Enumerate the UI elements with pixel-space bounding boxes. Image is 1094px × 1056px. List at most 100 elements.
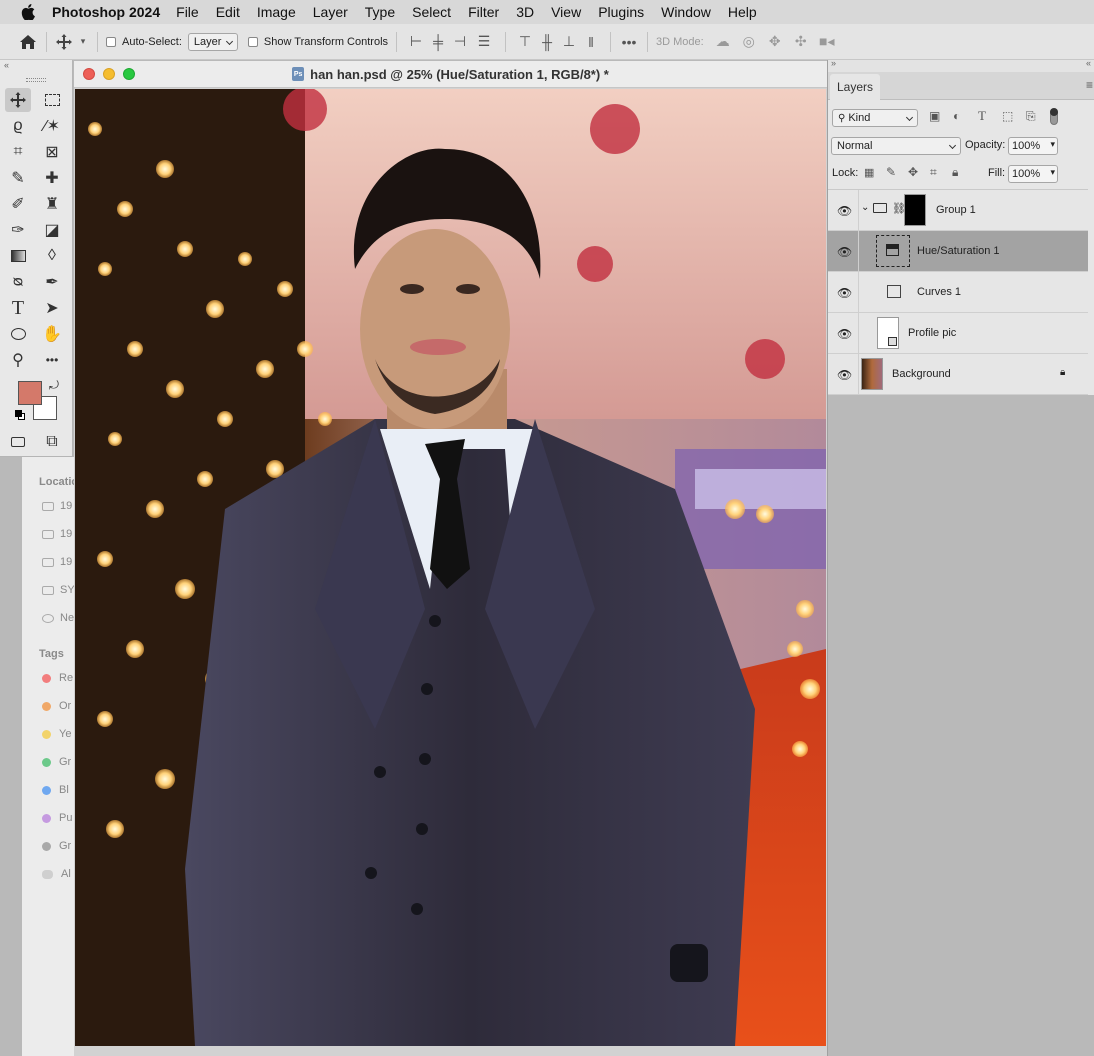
- menu-file[interactable]: File: [176, 4, 199, 20]
- visibility-eye-icon[interactable]: 👁︎: [837, 327, 852, 341]
- menu-edit[interactable]: Edit: [216, 4, 240, 20]
- layer-row-profile-pic[interactable]: 👁︎ Profile pic: [828, 313, 1088, 354]
- menu-help[interactable]: Help: [728, 4, 757, 20]
- brush-tool[interactable]: ✐: [5, 192, 31, 216]
- filter-type-icon[interactable]: T: [978, 108, 986, 124]
- filter-pixel-icon[interactable]: ▣: [929, 109, 940, 123]
- path-selection-tool[interactable]: ➤: [39, 296, 65, 320]
- align-bottom-icon[interactable]: ⊥: [558, 33, 580, 50]
- default-colors-icon[interactable]: [15, 410, 25, 420]
- crop-tool[interactable]: ⌗: [5, 140, 31, 164]
- location-item[interactable]: 19: [42, 556, 72, 568]
- tag-item[interactable]: Re: [42, 672, 73, 684]
- menu-3d[interactable]: 3D: [516, 4, 534, 20]
- preset-dropdown-icon[interactable]: ▾: [77, 36, 89, 47]
- group-expand-chevron-icon[interactable]: ⌄: [861, 202, 869, 213]
- tag-item[interactable]: Gr: [42, 756, 71, 768]
- lasso-tool[interactable]: ϱ: [5, 114, 31, 138]
- menu-view[interactable]: View: [551, 4, 581, 20]
- type-tool[interactable]: T: [5, 296, 31, 320]
- visibility-eye-icon[interactable]: 👁︎: [837, 245, 852, 259]
- pen-tool[interactable]: ✒: [39, 270, 65, 294]
- filter-adjustment-icon[interactable]: ◐: [953, 109, 960, 123]
- 3d-pan-icon[interactable]: ✥: [762, 33, 788, 50]
- distribute-vertical-icon[interactable]: ‖: [580, 34, 602, 50]
- menu-plugins[interactable]: Plugins: [598, 4, 644, 20]
- document-title-bar[interactable]: Ps han han.psd @ 25% (Hue/Saturation 1, R…: [74, 61, 827, 88]
- location-item[interactable]: SY: [42, 584, 75, 596]
- tag-item[interactable]: Or: [42, 700, 71, 712]
- lock-position-icon[interactable]: ✥: [908, 165, 918, 179]
- collapse-toolbar-icon[interactable]: «: [4, 60, 9, 70]
- 3d-camera-icon[interactable]: ■◂: [814, 33, 840, 50]
- tag-item[interactable]: Al: [42, 868, 71, 880]
- document-canvas[interactable]: [75, 89, 826, 1046]
- tag-item[interactable]: Pu: [42, 812, 72, 824]
- location-item[interactable]: 19: [42, 528, 72, 540]
- layer-row-background[interactable]: 👁︎ Background 🔒︎: [828, 354, 1088, 395]
- swap-colors-icon[interactable]: ⤾: [49, 378, 59, 393]
- visibility-eye-icon[interactable]: 👁︎: [837, 204, 852, 218]
- align-left-icon[interactable]: ⊢: [405, 33, 427, 50]
- menu-type[interactable]: Type: [365, 4, 395, 20]
- app-name-menu[interactable]: Photoshop 2024: [52, 4, 160, 20]
- panel-dock-header[interactable]: » «: [828, 58, 1094, 72]
- panel-menu-icon[interactable]: ≡: [1086, 78, 1093, 92]
- opacity-dropdown-icon[interactable]: ▾: [1050, 139, 1055, 150]
- menu-filter[interactable]: Filter: [468, 4, 499, 20]
- home-icon[interactable]: [18, 34, 38, 50]
- align-horizontal-center-icon[interactable]: ╪: [427, 34, 449, 50]
- opacity-field[interactable]: 100% ▾: [1008, 137, 1058, 155]
- lock-transparent-icon[interactable]: ▦: [864, 166, 874, 179]
- move-tool[interactable]: [5, 88, 31, 112]
- menu-layer[interactable]: Layer: [313, 4, 348, 20]
- group-mask-thumbnail[interactable]: [904, 194, 926, 226]
- frame-tool[interactable]: ⊠: [39, 140, 65, 164]
- visibility-eye-icon[interactable]: 👁︎: [837, 368, 852, 382]
- blur-tool[interactable]: ◊: [39, 244, 65, 268]
- location-item[interactable]: Ne: [42, 612, 74, 624]
- tab-layers[interactable]: Layers: [830, 74, 880, 100]
- visibility-eye-icon[interactable]: 👁︎: [837, 286, 852, 300]
- auto-select-checkbox[interactable]: [106, 36, 116, 47]
- collapse-panel-right-icon[interactable]: «: [1086, 58, 1091, 68]
- eraser-tool[interactable]: ◪: [39, 218, 65, 242]
- align-right-icon[interactable]: ⊣: [449, 33, 471, 50]
- layer-filter-dropdown[interactable]: ⚲ Kind: [832, 109, 918, 127]
- location-item[interactable]: 19: [42, 500, 72, 512]
- fill-field[interactable]: 100% ▾: [1008, 165, 1058, 183]
- menu-image[interactable]: Image: [257, 4, 296, 20]
- tag-item[interactable]: Gr: [42, 840, 71, 852]
- menu-window[interactable]: Window: [661, 4, 711, 20]
- apple-icon[interactable]: [18, 2, 38, 22]
- blend-mode-dropdown[interactable]: Normal: [831, 137, 961, 155]
- filter-smart-object-icon[interactable]: ⎘: [1026, 109, 1036, 124]
- more-tools-icon[interactable]: •••: [39, 348, 65, 372]
- distribute-horizontal-icon[interactable]: ☰: [471, 33, 497, 50]
- healing-brush-tool[interactable]: ✚: [39, 166, 65, 190]
- lock-artboard-icon[interactable]: ⌗: [930, 165, 937, 180]
- align-vertical-center-icon[interactable]: ╫: [536, 34, 558, 50]
- collapse-panel-left-icon[interactable]: »: [831, 58, 836, 68]
- history-brush-tool[interactable]: ✑: [5, 218, 31, 242]
- tag-item[interactable]: Bl: [42, 784, 69, 796]
- eyedropper-tool[interactable]: ✎: [5, 166, 31, 190]
- filter-shape-icon[interactable]: ⬚: [1002, 109, 1013, 123]
- gradient-tool[interactable]: [5, 244, 31, 268]
- layer-row-curves-1[interactable]: 👁︎ Curves 1: [828, 272, 1088, 313]
- toolbar-grip[interactable]: [26, 78, 46, 82]
- layer-row-hue-saturation-1[interactable]: 👁︎ Hue/Saturation 1: [828, 231, 1088, 272]
- magic-wand-tool[interactable]: ⁄✶: [39, 114, 65, 138]
- rectangular-marquee-tool[interactable]: [39, 88, 65, 112]
- clone-stamp-tool[interactable]: ♜: [39, 192, 65, 216]
- zoom-tool[interactable]: ⚲: [5, 348, 31, 372]
- auto-select-dropdown[interactable]: Layer: [187, 32, 238, 51]
- more-options-icon[interactable]: •••: [619, 34, 639, 50]
- menu-select[interactable]: Select: [412, 4, 451, 20]
- 3d-orbit-icon[interactable]: ☁: [710, 33, 736, 50]
- tag-item[interactable]: Ye: [42, 728, 71, 740]
- move-tool-preset-icon[interactable]: [55, 33, 73, 50]
- 3d-slide-icon[interactable]: ✣: [788, 33, 814, 50]
- align-top-icon[interactable]: ⊤: [514, 33, 536, 50]
- layer-row-group-1[interactable]: 👁︎ ⌄ ⛓ Group 1: [828, 190, 1088, 231]
